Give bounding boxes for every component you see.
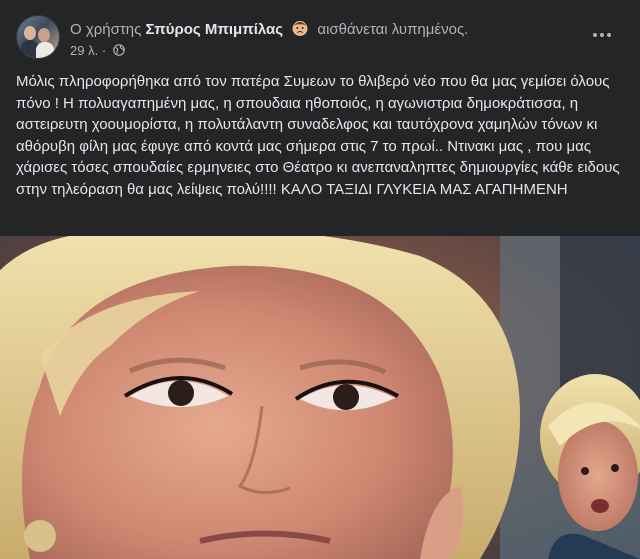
meta-separator: · [101,43,107,58]
post-photo[interactable] [0,236,640,559]
post-text: Μόλις πληροφορήθηκα από τον πατέρα Συμεω… [16,73,620,198]
post-meta: 29 λ. · [70,43,125,58]
globe-icon [112,44,125,56]
author-name[interactable]: Σπύρος Μπιμπίλας [146,21,284,38]
more-options-icon[interactable] [588,23,616,47]
headline-prefix: Ο χρήστης [70,21,142,38]
author-avatar[interactable] [16,15,60,59]
feeling-text: αισθάνεται λυπημένος. [317,21,469,38]
sad-face-emoji-icon [292,21,308,36]
post-header: Ο χρήστης Σπύρος Μπιμπίλας αισθάνεται λυ… [16,13,624,61]
post-headline: Ο χρήστης Σπύρος Μπιμπίλας αισθάνεται λυ… [70,19,468,40]
post-card: Ο χρήστης Σπύρος Μπιμπίλας αισθάνεται λυ… [0,0,640,559]
post-time[interactable]: 29 λ. [70,43,98,58]
